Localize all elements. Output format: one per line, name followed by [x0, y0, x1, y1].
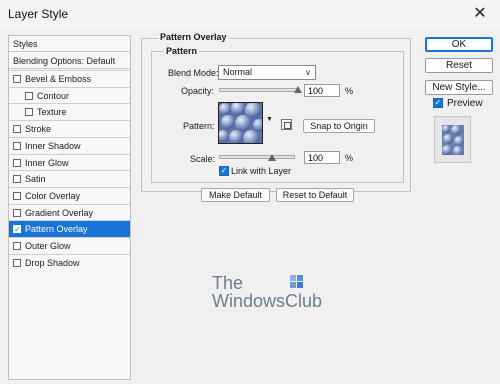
style-item-label: Outer Glow	[25, 241, 71, 251]
opacity-input[interactable]	[304, 84, 340, 97]
preview-label: Preview	[447, 98, 483, 109]
style-item-label: Stroke	[25, 124, 52, 135]
pattern-swatch[interactable]	[218, 102, 263, 144]
styles-header-label: Styles	[13, 39, 38, 49]
style-checkbox[interactable]	[25, 91, 33, 100]
style-item-label: Pattern Overlay	[25, 224, 88, 235]
style-item-gradient-overlay[interactable]: Gradient Overlay	[9, 205, 130, 221]
style-item-stroke[interactable]: Stroke	[9, 121, 130, 137]
style-item-bevel-emboss[interactable]: Bevel & Emboss	[9, 71, 130, 87]
style-item-inner-glow[interactable]: Inner Glow	[9, 155, 130, 171]
styles-list: Styles Blending Options: Default Bevel &…	[8, 35, 131, 380]
style-item-contour[interactable]: Contour	[9, 88, 130, 104]
preview-thumbnail	[442, 125, 464, 155]
style-item-label: Satin	[25, 174, 46, 185]
pattern-label: Pattern:	[183, 121, 215, 131]
style-checkbox[interactable]	[25, 108, 33, 117]
style-checkbox[interactable]	[13, 125, 21, 134]
style-item-label: Drop Shadow	[25, 257, 80, 268]
style-item-color-overlay[interactable]: Color Overlay	[9, 188, 130, 204]
style-preview	[434, 116, 471, 163]
title-bar: Layer Style ✕	[0, 0, 500, 28]
style-checkbox[interactable]	[13, 175, 21, 184]
style-item-label: Texture	[37, 107, 67, 118]
style-checkbox[interactable]	[13, 75, 21, 83]
preview-pattern-icon	[442, 125, 464, 155]
preview-checkbox[interactable]: ✓	[433, 98, 443, 108]
blending-options-item[interactable]: Blending Options: Default	[9, 53, 130, 69]
pattern-bubbles-icon	[219, 103, 262, 143]
chevron-down-icon: ∨	[305, 68, 311, 77]
style-item-satin[interactable]: Satin	[9, 171, 130, 187]
make-default-button[interactable]: Make Default	[201, 188, 270, 202]
opacity-unit: %	[345, 86, 354, 96]
style-item-outer-glow[interactable]: Outer Glow	[9, 238, 130, 254]
reset-to-default-button[interactable]: Reset to Default	[276, 188, 354, 202]
styles-header[interactable]: Styles	[9, 36, 130, 52]
watermark-line1: The	[212, 273, 244, 293]
close-icon[interactable]: ✕	[472, 5, 488, 21]
ok-button[interactable]: OK	[425, 37, 493, 52]
style-item-drop-shadow[interactable]: Drop Shadow	[9, 255, 130, 271]
style-checkbox[interactable]	[13, 242, 21, 250]
style-item-label: Gradient Overlay	[25, 207, 94, 218]
scale-slider-thumb[interactable]	[268, 154, 277, 161]
style-checkbox[interactable]	[13, 141, 21, 150]
link-with-layer-label: Link with Layer	[231, 166, 292, 176]
opacity-slider[interactable]	[219, 88, 299, 92]
new-preset-icon[interactable]	[281, 119, 292, 130]
snap-to-origin-button[interactable]: Snap to Origin	[303, 119, 375, 133]
scale-slider[interactable]	[219, 155, 295, 159]
opacity-slider-thumb[interactable]	[294, 86, 302, 93]
style-item-label: Inner Glow	[25, 157, 69, 168]
style-item-label: Bevel & Emboss	[25, 74, 92, 84]
style-item-label: Contour	[37, 90, 70, 101]
style-item-pattern-overlay[interactable]: ✓ Pattern Overlay	[9, 221, 130, 238]
blend-mode-value: Normal	[223, 67, 253, 77]
pattern-picker-arrow-icon[interactable]: ▼	[266, 116, 273, 123]
style-checkbox[interactable]	[13, 158, 21, 167]
style-item-label: Inner Shadow	[25, 140, 81, 151]
style-item-inner-shadow[interactable]: Inner Shadow	[9, 138, 130, 154]
window-title: Layer Style	[8, 7, 69, 21]
blend-mode-label: Blend Mode:	[168, 68, 219, 78]
scale-input[interactable]	[304, 151, 340, 164]
style-checkbox[interactable]: ✓	[13, 225, 21, 234]
new-style-button[interactable]: New Style...	[425, 80, 493, 95]
watermark-text: The WindowsClub	[212, 274, 322, 310]
watermark-logo-icon	[290, 275, 303, 288]
style-checkbox[interactable]	[13, 258, 21, 267]
style-item-texture[interactable]: Texture	[9, 104, 130, 120]
scale-label: Scale:	[190, 154, 216, 164]
style-item-label: Color Overlay	[25, 190, 81, 201]
blend-mode-select[interactable]: Normal ∨	[218, 65, 316, 80]
opacity-label: Opacity:	[181, 86, 215, 96]
style-checkbox[interactable]	[13, 191, 21, 200]
group-title: Pattern	[164, 46, 200, 56]
link-with-layer-checkbox[interactable]: ✓	[219, 166, 229, 176]
watermark-line2: WindowsClub	[212, 291, 323, 311]
reset-button[interactable]: Reset	[425, 58, 493, 73]
style-checkbox[interactable]	[13, 208, 21, 217]
scale-unit: %	[345, 153, 354, 163]
section-title: Pattern Overlay	[158, 32, 229, 42]
blending-options-label: Blending Options: Default	[13, 56, 116, 66]
